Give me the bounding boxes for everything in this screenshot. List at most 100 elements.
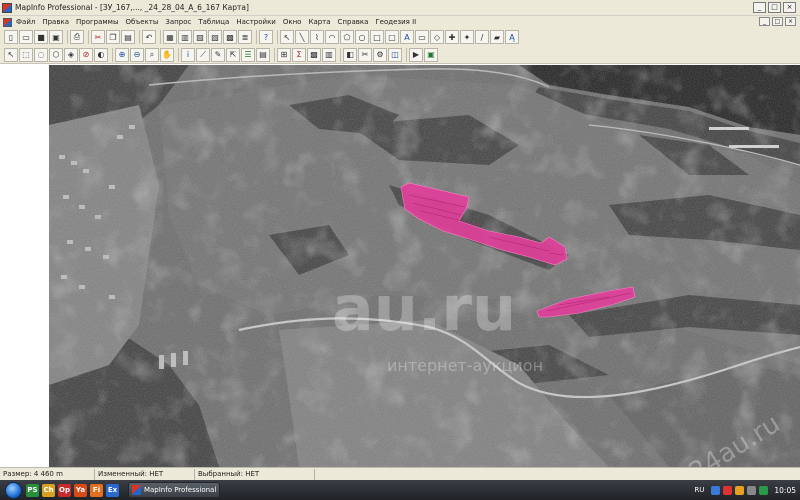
layer-control-icon[interactable]: ≣	[238, 30, 252, 44]
new-map-window-icon[interactable]: ▦	[163, 30, 177, 44]
paste-icon[interactable]: ▤	[121, 30, 135, 44]
maximize-button[interactable]: □	[768, 2, 781, 13]
doc-restore-button[interactable]: □	[772, 17, 783, 26]
polygon-select-icon[interactable]: ⬡	[49, 47, 63, 62]
invert-select-icon[interactable]: ◐	[94, 47, 108, 62]
open-icon[interactable]: ▭	[19, 30, 33, 44]
ruler-icon[interactable]: ⟋	[196, 47, 210, 62]
status-bar: Размер: 4 460 m Измененный: НЕТ Выбранны…	[0, 467, 800, 480]
radius-select-icon[interactable]: ◌	[34, 47, 48, 62]
document-icon[interactable]	[3, 17, 12, 27]
menu-objects[interactable]: Объекты	[125, 18, 158, 26]
toolbar-group-1: ↖ ⬚ ◌ ⬡ ◈ ⊘ ◐	[2, 47, 109, 62]
setting-icon[interactable]: ⚙	[373, 47, 387, 62]
toolbar-group-4: ⊞ Σ ▩ ▥	[274, 47, 337, 62]
menu-edit[interactable]: Правка	[42, 18, 69, 26]
undo-icon[interactable]: ↶	[142, 30, 156, 44]
network-icon[interactable]	[711, 485, 721, 495]
polygon-icon[interactable]: ⬠	[340, 30, 354, 44]
legend-icon[interactable]: ☰	[241, 47, 255, 62]
menu-table[interactable]: Таблица	[198, 18, 229, 26]
zoom-in-icon[interactable]: ⊕	[115, 47, 129, 62]
grabber-icon[interactable]: ✋	[160, 47, 174, 62]
menu-map[interactable]: Карта	[308, 18, 330, 26]
language-indicator[interactable]: RU	[694, 486, 704, 494]
cosmetic-icon[interactable]: ◧	[343, 47, 357, 62]
start-button[interactable]	[5, 481, 22, 499]
reshape-icon[interactable]: ◇	[430, 30, 444, 44]
arc-icon[interactable]: ◠	[325, 30, 339, 44]
menu-options[interactable]: Настройки	[236, 18, 276, 26]
antivirus-icon[interactable]	[723, 485, 733, 495]
arrow-select-icon[interactable]: ↖	[4, 47, 18, 62]
marquee-select-icon[interactable]: ⬚	[19, 47, 33, 62]
unselect-icon[interactable]: ⊘	[79, 47, 93, 62]
rounded-rect-icon[interactable]: ▢	[385, 30, 399, 44]
sum-icon[interactable]: Σ	[292, 47, 306, 62]
map-window[interactable]: au.ru интернет-аукцион 24au.ru	[49, 65, 800, 467]
help-icon[interactable]: ?	[259, 30, 273, 44]
copy-icon[interactable]: ❐	[106, 30, 120, 44]
save-copy-icon[interactable]: ▣	[49, 30, 63, 44]
polyline-icon[interactable]: ⌇	[310, 30, 324, 44]
ellipse-icon[interactable]: ○	[355, 30, 369, 44]
save-icon[interactable]: ■	[34, 30, 48, 44]
statistics-icon[interactable]: ▤	[256, 47, 270, 62]
label-icon[interactable]: ✎	[211, 47, 225, 62]
minimize-button[interactable]: _	[753, 2, 766, 13]
toolbar-group-7: ↖ ╲ ⌇ ◠ ⬠ ○ □ ▢ A ▭ ◇ ✚ ✦ ∕ ▰ Ą	[277, 30, 520, 44]
select-draw-icon[interactable]: ↖	[280, 30, 294, 44]
drag-map-icon[interactable]: ⇱	[226, 47, 240, 62]
sql-select-icon[interactable]: ⊞	[277, 47, 291, 62]
battery-icon[interactable]	[759, 485, 769, 495]
quicklaunch-6-icon[interactable]: Ex	[106, 483, 119, 497]
print-icon[interactable]: ⎙	[70, 30, 84, 44]
symbol-style-icon[interactable]: ✦	[460, 30, 474, 44]
cut-icon[interactable]: ✂	[91, 30, 105, 44]
text-icon[interactable]: A	[400, 30, 414, 44]
region-style-icon[interactable]: ▰	[490, 30, 504, 44]
info-icon[interactable]: i	[181, 47, 195, 62]
change-view-icon[interactable]: ⌕	[145, 47, 159, 62]
taskbar-button-mapinfo[interactable]: MapInfo Professional -...	[128, 482, 220, 498]
menu-file[interactable]: Файл	[16, 18, 35, 26]
quicklaunch-3-icon[interactable]: Op	[58, 483, 71, 497]
rectangle-icon[interactable]: □	[370, 30, 384, 44]
title-bar[interactable]: MapInfo Professional - [ЗУ_167,..., _24_…	[0, 0, 800, 16]
update-icon[interactable]	[735, 485, 745, 495]
new-icon[interactable]: ▯	[4, 30, 18, 44]
clip-region-icon[interactable]: ✂	[358, 47, 372, 62]
graph-icon[interactable]: ▥	[322, 47, 336, 62]
frame-icon[interactable]: ▭	[415, 30, 429, 44]
menu-help[interactable]: Справка	[338, 18, 369, 26]
run-tool-icon[interactable]: ▶	[409, 47, 423, 62]
new-graph-icon[interactable]: ▨	[193, 30, 207, 44]
new-browser-icon[interactable]: ▥	[178, 30, 192, 44]
line-style-icon[interactable]: ∕	[475, 30, 489, 44]
add-node-icon[interactable]: ✚	[445, 30, 459, 44]
new-layout-icon[interactable]: ▧	[208, 30, 222, 44]
thematic-icon[interactable]: ▩	[307, 47, 321, 62]
object-info-icon[interactable]: ◫	[388, 47, 402, 62]
menu-geodesy[interactable]: Геодезия II	[375, 18, 416, 26]
clock[interactable]: 10:05	[774, 486, 796, 495]
line-icon[interactable]: ╲	[295, 30, 309, 44]
toolbar-group-1: ▯ ▭ ■ ▣	[2, 30, 64, 44]
quicklaunch-5-icon[interactable]: Fi	[90, 483, 103, 497]
doc-close-button[interactable]: ×	[785, 17, 796, 26]
report-icon[interactable]: ▣	[424, 47, 438, 62]
volume-icon[interactable]	[747, 485, 757, 495]
menu-window[interactable]: Окно	[283, 18, 302, 26]
mapinfo-app-icon[interactable]	[2, 2, 12, 13]
text-style-icon[interactable]: Ą	[505, 30, 519, 44]
boundary-select-icon[interactable]: ◈	[64, 47, 78, 62]
zoom-out-icon[interactable]: ⊖	[130, 47, 144, 62]
quicklaunch-4-icon[interactable]: Ya	[74, 483, 87, 497]
doc-minimize-button[interactable]: _	[759, 17, 770, 26]
quicklaunch-2-icon[interactable]: Ch	[42, 483, 55, 497]
new-redistrict-icon[interactable]: ▩	[223, 30, 237, 44]
menu-programs[interactable]: Программы	[76, 18, 119, 26]
quicklaunch-1-icon[interactable]: PS	[26, 483, 39, 497]
close-button[interactable]: ×	[783, 2, 796, 13]
menu-query[interactable]: Запрос	[165, 18, 191, 26]
